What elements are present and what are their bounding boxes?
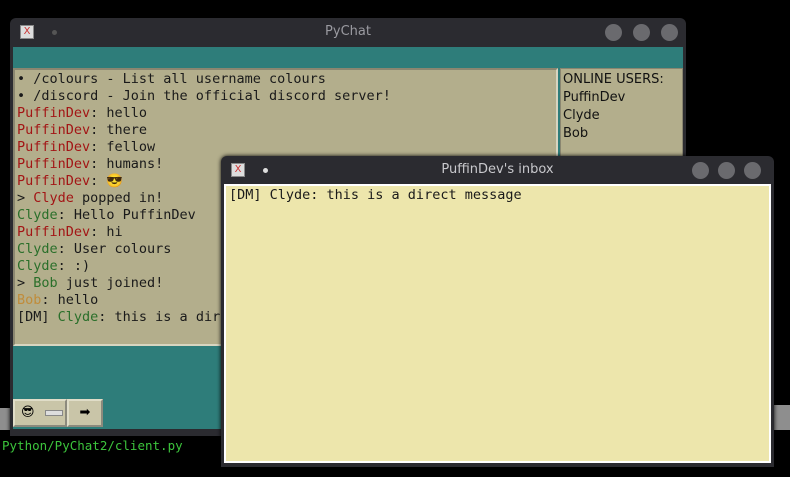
window-title: PyChat [325,24,371,39]
message-text: : 😎 [90,173,124,189]
message-text: just joined! [57,275,164,291]
message-text: : there [90,122,148,138]
message-text: : hello [41,292,99,308]
message-prefix: • /colours - List all username colours [17,71,326,87]
emoji-button[interactable]: 😎 [13,399,67,427]
online-user: Clyde [563,108,600,123]
online-user: PuffinDev [563,90,626,105]
message-prefix: [DM] [17,309,58,325]
chat-message: PuffinDev: there [17,122,554,139]
message-prefix: > [17,275,34,291]
minimize-button[interactable] [692,162,709,179]
message-text: : User colours [57,241,172,257]
app-icon: X [231,163,245,177]
message-username: Clyde [33,190,74,206]
message-username: PuffinDev [17,173,91,189]
message-text: : :) [57,258,91,274]
message-username: PuffinDev [17,156,91,172]
sticky-icon[interactable] [52,30,57,35]
close-button[interactable] [744,162,761,179]
message-username: Clyde [17,207,58,223]
chat-message: PuffinDev: hello [17,105,554,122]
message-username: PuffinDev [17,105,91,121]
message-text: popped in! [73,190,164,206]
chat-message: • /discord - Join the official discord s… [17,88,554,105]
arrow-right-icon: ➡ [79,405,91,420]
emoji-slider[interactable] [44,409,63,416]
message-username: PuffinDev [17,224,91,240]
emoji-icon: 😎 [21,405,35,420]
sticky-icon[interactable] [263,168,268,173]
message-text: : humans! [90,156,164,172]
window-title: PuffinDev's inbox [441,162,554,177]
online-users-panel: ONLINE USERS: PuffinDev Clyde Bob [560,68,683,158]
online-user: Bob [563,126,589,141]
message-text: : hi [90,224,123,240]
inbox-window: PuffinDev's inbox X [DM] Clyde: this is … [221,156,774,467]
message-username: Clyde [17,241,58,257]
message-username: PuffinDev [17,139,91,155]
send-button[interactable]: ➡ [67,399,103,427]
message-username: Clyde [17,258,58,274]
terminal-text: Python/PyChat2/client.py [2,438,183,453]
message-text: : Hello PuffinDev [57,207,196,223]
message-username: Bob [17,292,42,308]
message-text: : fellow [90,139,156,155]
inbox-log[interactable]: [DM] Clyde: this is a direct message [224,184,771,463]
title-bar[interactable]: PyChat [10,18,686,46]
chat-message: • /colours - List all username colours [17,71,554,88]
message-username: Clyde [57,309,99,325]
minimize-button[interactable] [605,24,622,41]
close-button[interactable] [661,24,678,41]
dm-message: [DM] Clyde: this is a direct message [229,187,522,203]
app-icon: X [20,25,34,39]
message-text: : hello [90,105,148,121]
maximize-button[interactable] [718,162,735,179]
message-username: Bob [33,275,58,291]
message-prefix: > [17,190,34,206]
chat-message: PuffinDev: fellow [17,139,554,156]
message-prefix: • /discord - Join the official discord s… [17,88,391,104]
online-users-heading: ONLINE USERS: [563,72,664,87]
message-username: PuffinDev [17,122,91,138]
maximize-button[interactable] [633,24,650,41]
